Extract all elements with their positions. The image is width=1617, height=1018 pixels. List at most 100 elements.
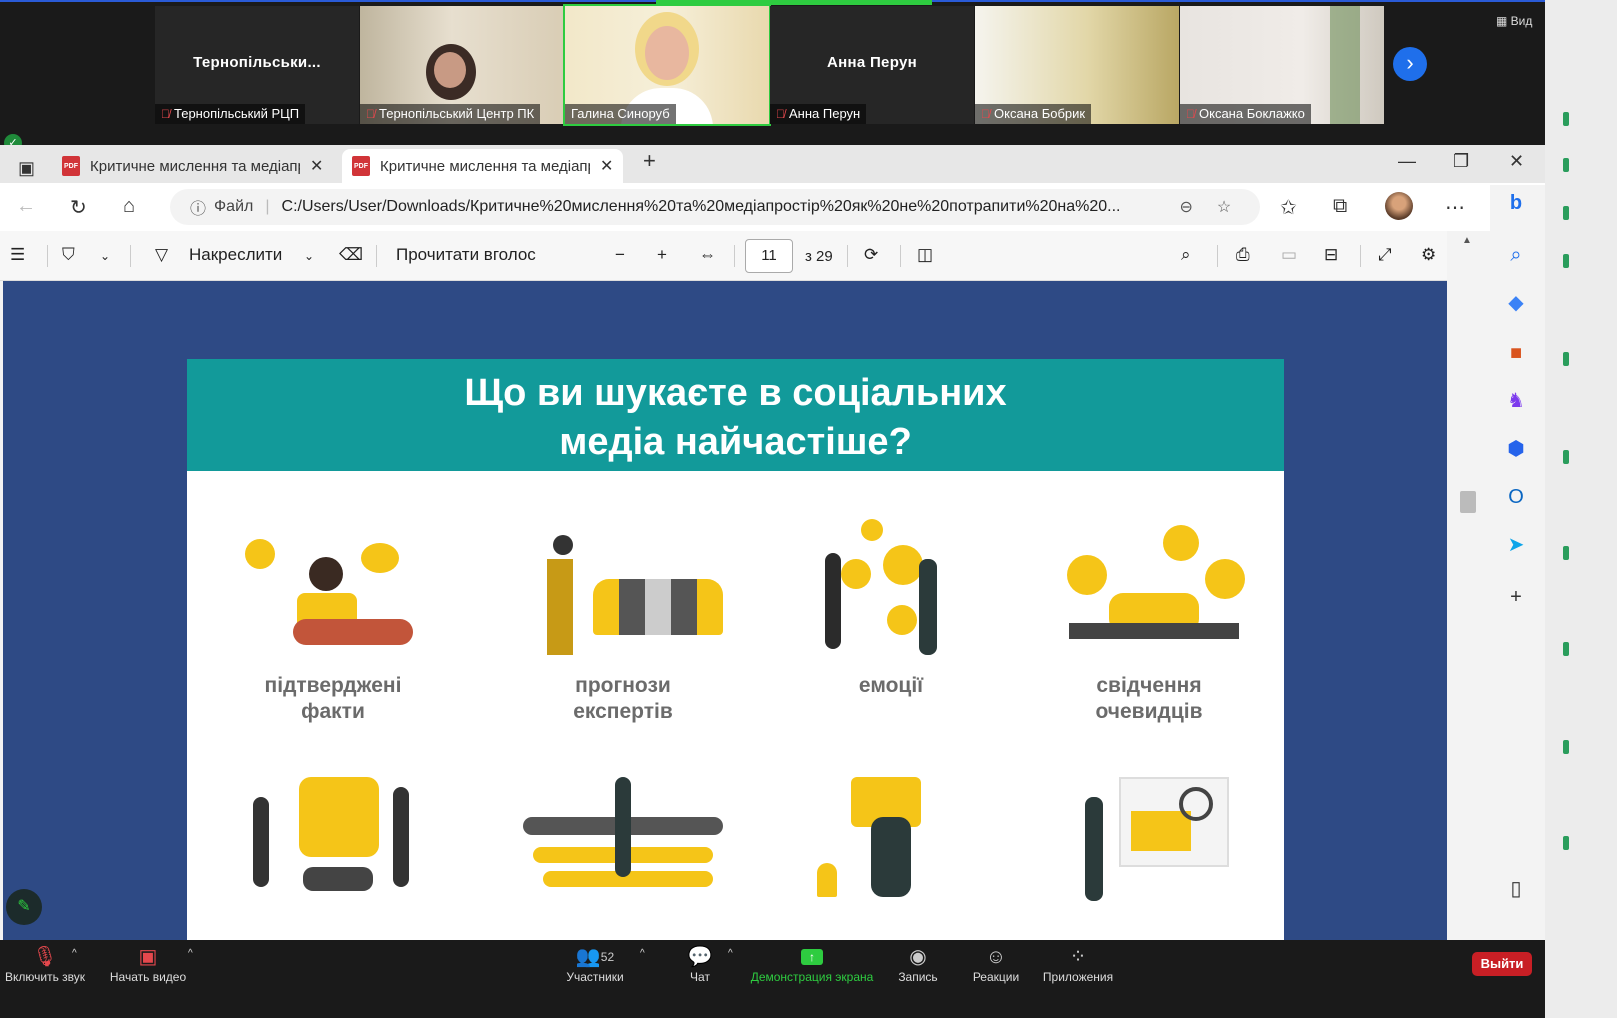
url-text[interactable]: C:/Users/User/Downloads/Критичне%20мисле… — [282, 198, 1162, 216]
mic-muted-icon: 🎙̸ — [981, 107, 990, 121]
save-icon[interactable]: ▭ — [1281, 245, 1297, 265]
zoom-out-icon[interactable]: ⊖ — [1180, 197, 1193, 217]
expert-forecasts-illustration — [523, 519, 723, 659]
participant-name: Тернопільський РЦП — [174, 106, 300, 121]
participant-face — [434, 52, 466, 88]
home-icon[interactable]: ⌂ — [123, 195, 135, 218]
leave-meeting-button[interactable]: Выйти — [1472, 952, 1532, 976]
view-button[interactable]: ▦ Вид — [1496, 14, 1532, 28]
caption-line: факти — [301, 700, 365, 723]
settings-gear-icon[interactable]: ⚙ — [1421, 245, 1436, 265]
slide-item — [781, 767, 1001, 907]
person-figure — [253, 797, 269, 887]
address-bar[interactable]: ⓘ Файл | C:/Users/User/Downloads/Критичн… — [170, 189, 1260, 225]
start-video-button[interactable]: ▣ Начать видео — [108, 944, 188, 984]
taskbar-indicator — [1563, 112, 1569, 126]
participant-tile-speaking[interactable]: Галина Синоруб — [563, 4, 771, 126]
participant-tile[interactable]: 🎙̸ Оксана Бобрик — [975, 6, 1179, 124]
divider — [376, 245, 377, 267]
read-aloud-button[interactable]: Прочитати вголос — [396, 245, 536, 265]
zoom-out-button[interactable]: − — [615, 245, 625, 265]
back-icon[interactable]: ← — [16, 195, 36, 218]
search-icon[interactable]: ⌕ — [1502, 241, 1530, 269]
games-icon[interactable]: ♞ — [1502, 387, 1530, 415]
contents-icon[interactable]: ☰ — [10, 245, 25, 265]
annotation-pencil-icon[interactable]: ✎ — [6, 889, 42, 925]
save-as-icon[interactable]: ⊟ — [1324, 245, 1338, 265]
scrollbar-thumb[interactable] — [1460, 491, 1476, 513]
close-window-button[interactable]: ✕ — [1509, 151, 1524, 172]
mic-muted-icon: 🎙̸ — [366, 107, 375, 121]
tab-pdf-2-active[interactable]: PDF Критичне мислення та медіапр ✕ — [342, 149, 624, 183]
avatar-bubble — [1205, 559, 1245, 599]
print-icon[interactable]: ⎙ — [1236, 245, 1250, 265]
search-icon[interactable]: ⌕ — [1181, 245, 1191, 265]
next-participants-button[interactable]: › — [1393, 47, 1427, 81]
collections-icon[interactable]: ⧉ — [1333, 195, 1347, 218]
add-favorite-icon[interactable]: ☆ — [1217, 197, 1231, 217]
person-figure — [393, 787, 409, 887]
sidebar-toggle-icon[interactable]: ▯ — [1502, 875, 1530, 903]
page-view-icon[interactable]: ◫ — [917, 245, 933, 265]
add-icon[interactable]: + — [1502, 583, 1530, 611]
bing-copilot-icon[interactable]: b — [1502, 189, 1530, 217]
share-screen-button[interactable]: ↑ Демонстрация экрана — [750, 944, 874, 984]
apps-button[interactable]: ⁘ Приложения — [1040, 944, 1116, 984]
shopping-tag-icon[interactable]: ◆ — [1502, 289, 1530, 317]
record-button[interactable]: ◉ Запись — [895, 944, 941, 984]
emoji — [861, 519, 883, 541]
minimize-button[interactable]: — — [1398, 151, 1416, 172]
vertical-scrollbar[interactable]: ▲ — [1447, 231, 1480, 940]
fullscreen-icon[interactable]: ⤢ — [1378, 245, 1392, 265]
participants-options-chevron-icon[interactable]: ^ — [640, 948, 645, 959]
scroll-up-icon[interactable]: ▲ — [1462, 235, 1472, 246]
chevron-down-icon[interactable]: ⌄ — [100, 249, 110, 263]
tab-pdf-1[interactable]: PDF Критичне мислення та медіапр ✕ — [52, 149, 333, 183]
caption-line: свідчення — [1096, 674, 1202, 697]
slide-item — [1039, 767, 1259, 907]
restore-button[interactable]: ❐ — [1453, 151, 1469, 172]
rotate-icon[interactable]: ⟳ — [864, 245, 878, 265]
pdf-viewer[interactable]: Що ви шукаєте в соціальних медіа найчаст… — [3, 281, 1447, 940]
send-icon[interactable]: ➤ — [1502, 531, 1530, 559]
page-number-input[interactable]: 11 — [745, 239, 793, 273]
refresh-icon[interactable]: ↻ — [70, 195, 87, 220]
chevron-down-icon[interactable]: ⌄ — [304, 249, 314, 263]
more-options-icon[interactable]: ⋯ — [1445, 195, 1465, 220]
participant-tile[interactable]: 🎙̸ Тернопільський Центр ПК — [360, 6, 564, 124]
slide-title: Що ви шукаєте в соціальних медіа найчаст… — [187, 359, 1284, 471]
participant-tile[interactable]: Тернопільськи... 🎙̸ Тернопільський РЦП — [155, 6, 359, 124]
reactions-button[interactable]: ☺ Реакции — [970, 944, 1022, 984]
tab-actions-icon[interactable]: ▣ — [8, 151, 45, 185]
info-icon[interactable]: ⓘ — [190, 195, 206, 219]
participant-tile[interactable]: Анна Перун 🎙̸ Анна Перун — [770, 6, 974, 124]
draw-button[interactable]: Накреслити — [189, 245, 282, 265]
highlight-icon[interactable]: ⛉ — [62, 245, 75, 265]
zoom-in-button[interactable]: + — [657, 245, 667, 265]
divider — [847, 245, 848, 267]
close-tab-icon[interactable]: ✕ — [310, 156, 323, 176]
slide-item — [513, 767, 733, 907]
start-video-label: Начать видео — [109, 970, 187, 984]
chat-options-chevron-icon[interactable]: ^ — [728, 948, 733, 959]
draw-icon[interactable]: ▽ — [155, 245, 168, 265]
chat-button[interactable]: 💬 Чат — [680, 944, 720, 984]
emoji — [883, 545, 923, 585]
tools-icon[interactable]: ■ — [1502, 339, 1530, 367]
unmute-label: Включить звук — [4, 970, 86, 984]
favorites-icon[interactable]: ✩ — [1280, 195, 1297, 220]
outlook-icon[interactable]: O — [1502, 483, 1530, 511]
tab-actions-glyph: ▣ — [18, 157, 36, 178]
participant-caption: 🎙̸ Анна Перун — [770, 104, 867, 124]
microsoft-365-icon[interactable]: ⬢ — [1502, 435, 1530, 463]
profile-avatar[interactable] — [1385, 192, 1413, 220]
participant-tile[interactable]: 🎙̸ Оксана Боклажко — [1180, 6, 1384, 124]
fit-width-icon[interactable]: ⇔ — [699, 245, 716, 265]
audio-options-chevron-icon[interactable]: ^ — [72, 948, 77, 959]
file-label: Файл — [214, 198, 254, 215]
video-options-chevron-icon[interactable]: ^ — [188, 948, 193, 959]
new-tab-button[interactable]: + — [643, 148, 656, 174]
participants-button[interactable]: 👥52 Участники — [560, 944, 630, 984]
eraser-icon[interactable]: ⌫ — [339, 245, 363, 265]
close-tab-icon[interactable]: ✕ — [600, 156, 613, 176]
